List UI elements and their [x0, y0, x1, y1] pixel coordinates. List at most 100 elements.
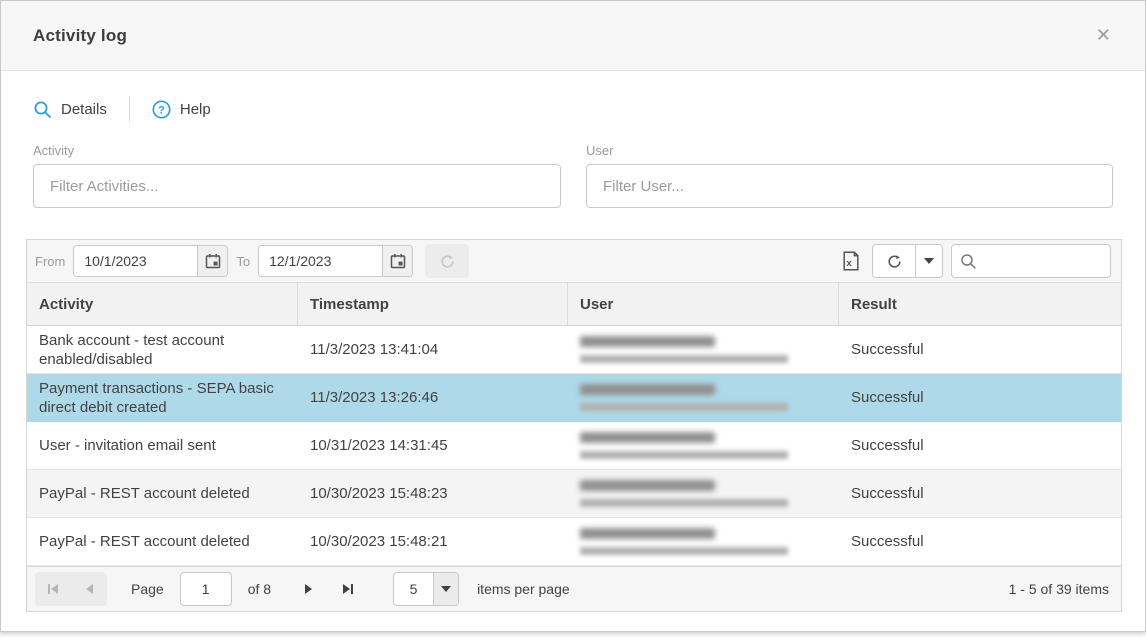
- cell-timestamp: 10/31/2023 14:31:45: [298, 422, 568, 469]
- cell-result: Successful: [839, 518, 1121, 565]
- cell-user-redacted: [568, 326, 839, 373]
- cell-timestamp: 10/30/2023 15:48:23: [298, 470, 568, 517]
- redacted-user-name: [580, 480, 715, 491]
- column-header-user[interactable]: User: [568, 283, 839, 325]
- from-label: From: [35, 254, 65, 269]
- calendar-icon: [205, 253, 221, 269]
- column-header-timestamp[interactable]: Timestamp: [298, 283, 568, 325]
- cell-result: Successful: [839, 470, 1121, 517]
- page-size-select[interactable]: 5: [393, 572, 459, 606]
- dropdown-arrow-icon: [441, 586, 451, 592]
- page-number-input[interactable]: [180, 572, 232, 606]
- chevron-left-icon: [86, 584, 93, 594]
- pager-nav-disabled-group: [35, 572, 107, 606]
- activity-filter-group: Activity: [33, 143, 561, 208]
- cell-user-redacted: [568, 470, 839, 517]
- redacted-user-email: [580, 499, 788, 507]
- activity-log-dialog: Activity log ✕ Details ? Help Activity U…: [0, 0, 1146, 632]
- cell-result: Successful: [839, 326, 1121, 373]
- calendar-icon: [390, 253, 406, 269]
- to-date-input[interactable]: [259, 246, 382, 276]
- close-icon[interactable]: ✕: [1092, 23, 1115, 49]
- cell-timestamp: 11/3/2023 13:26:46: [298, 374, 568, 421]
- next-page-button[interactable]: [291, 572, 325, 606]
- cell-timestamp: 11/3/2023 13:41:04: [298, 326, 568, 373]
- to-label: To: [236, 254, 250, 269]
- page-size-arrow: [433, 573, 458, 605]
- apply-dates-button: [425, 244, 469, 278]
- svg-text:?: ?: [158, 104, 165, 116]
- cell-activity: Payment transactions - SEPA basic direct…: [27, 374, 298, 421]
- activity-grid: From To: [26, 239, 1122, 612]
- table-row[interactable]: PayPal - REST account deleted 10/30/2023…: [27, 470, 1121, 518]
- redacted-user-email: [580, 547, 788, 555]
- help-icon: ?: [152, 100, 171, 119]
- page-label: Page: [131, 581, 164, 597]
- activity-filter-input[interactable]: [33, 164, 561, 208]
- help-label: Help: [180, 101, 211, 118]
- redacted-user-email: [580, 451, 788, 459]
- first-page-button[interactable]: [35, 572, 71, 606]
- page-size-value: 5: [394, 573, 433, 605]
- last-page-button[interactable]: [331, 572, 365, 606]
- previous-page-button[interactable]: [71, 572, 107, 606]
- cell-result: Successful: [839, 374, 1121, 421]
- help-button[interactable]: ? Help: [152, 100, 211, 119]
- reload-split-button: [872, 244, 943, 278]
- to-datepicker: [258, 245, 413, 277]
- svg-text:x: x: [846, 258, 852, 269]
- redacted-user-email: [580, 403, 788, 411]
- redacted-user-name: [580, 432, 715, 443]
- cell-activity: Bank account - test account enabled/disa…: [27, 326, 298, 373]
- dropdown-arrow-icon: [924, 258, 934, 264]
- cell-user-redacted: [568, 518, 839, 565]
- to-calendar-button[interactable]: [382, 246, 412, 276]
- redacted-user-email: [580, 355, 788, 363]
- cell-user-redacted: [568, 374, 839, 421]
- from-calendar-button[interactable]: [197, 246, 227, 276]
- search-icon: [960, 253, 977, 270]
- column-header-activity[interactable]: Activity: [27, 283, 298, 325]
- cell-user-redacted: [568, 422, 839, 469]
- table-header: Activity Timestamp User Result: [27, 283, 1121, 326]
- column-header-result[interactable]: Result: [839, 283, 1121, 325]
- dialog-toolbar: Details ? Help: [33, 95, 1113, 123]
- details-label: Details: [61, 101, 107, 118]
- cell-timestamp: 10/30/2023 15:48:21: [298, 518, 568, 565]
- grid-search-input[interactable]: [983, 253, 1102, 269]
- search-icon: [33, 100, 52, 119]
- page-count-label: of 8: [248, 581, 271, 597]
- excel-export-icon[interactable]: x: [838, 247, 864, 275]
- cell-activity: PayPal - REST account deleted: [27, 470, 298, 517]
- from-datepicker: [73, 245, 228, 277]
- table-row[interactable]: PayPal - REST account deleted 10/30/2023…: [27, 518, 1121, 566]
- filter-row: Activity User: [33, 143, 1113, 208]
- page-title: Activity log: [33, 26, 127, 46]
- pager-info: 1 - 5 of 39 items: [1009, 581, 1109, 597]
- redacted-user-name: [580, 336, 715, 347]
- toolbar-divider: [129, 96, 130, 122]
- table-row[interactable]: User - invitation email sent 10/31/2023 …: [27, 422, 1121, 470]
- redacted-user-name: [580, 528, 715, 539]
- table-row-selected[interactable]: Payment transactions - SEPA basic direct…: [27, 374, 1121, 422]
- from-date-input[interactable]: [74, 246, 197, 276]
- details-button[interactable]: Details: [33, 100, 107, 119]
- cell-result: Successful: [839, 422, 1121, 469]
- seek-start-icon: [48, 584, 50, 594]
- items-per-page-label: items per page: [477, 581, 570, 597]
- user-filter-input[interactable]: [586, 164, 1113, 208]
- chevron-right-icon: [305, 584, 312, 594]
- grid-search-box: [951, 244, 1111, 278]
- reload-icon[interactable]: [873, 245, 915, 277]
- redacted-user-name: [580, 384, 715, 395]
- cell-activity: User - invitation email sent: [27, 422, 298, 469]
- user-filter-label: User: [586, 143, 1113, 158]
- table-row[interactable]: Bank account - test account enabled/disa…: [27, 326, 1121, 374]
- activity-filter-label: Activity: [33, 143, 561, 158]
- dialog-titlebar: Activity log ✕: [1, 1, 1145, 71]
- user-filter-group: User: [586, 143, 1113, 208]
- refresh-icon: [439, 253, 456, 270]
- reload-dropdown-arrow-icon[interactable]: [915, 245, 942, 277]
- pager: Page of 8 5 items per page 1 - 5 of 39 i…: [27, 566, 1121, 611]
- grid-toolbar: From To: [27, 240, 1121, 283]
